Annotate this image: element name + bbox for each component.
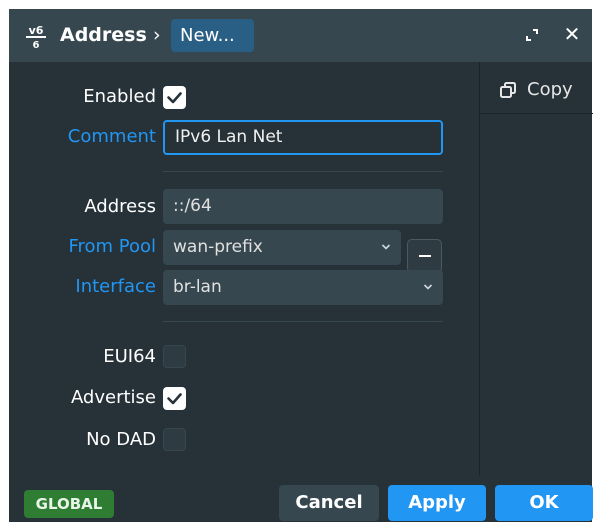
title-bar: v6 6 Address › New... ✕ (9, 9, 592, 62)
interface-value: br-lan (173, 277, 222, 297)
eui64-label: EUI64 (103, 346, 156, 367)
minus-icon (419, 255, 431, 257)
interface-label: Interface (75, 276, 156, 297)
copy-label: Copy (527, 79, 573, 100)
footer-bar: GLOBAL Cancel Apply OK (9, 476, 593, 522)
no-dad-label: No DAD (86, 429, 156, 450)
comment-label: Comment (67, 126, 156, 147)
ok-button[interactable]: OK (495, 485, 593, 521)
breadcrumb-separator: › (153, 24, 161, 46)
svg-text:6: 6 (33, 40, 40, 48)
chevron-down-icon (381, 244, 391, 250)
remove-pool-button[interactable] (407, 239, 442, 273)
side-panel: Copy (479, 62, 593, 476)
advertise-label: Advertise (70, 387, 156, 408)
address-label: Address (84, 196, 156, 217)
section-divider (163, 321, 443, 322)
from-pool-select[interactable]: wan-prefix (163, 230, 401, 265)
dialog-window: v6 6 Address › New... ✕ Copy Enabled Com… (9, 9, 593, 522)
side-panel-divider (480, 113, 593, 114)
address-input[interactable]: ::/64 (163, 189, 443, 224)
section-divider (163, 171, 443, 172)
no-dad-checkbox[interactable] (163, 428, 186, 451)
apply-button[interactable]: Apply (388, 485, 486, 521)
checkmark-icon (167, 92, 182, 104)
enabled-label: Enabled (83, 86, 156, 107)
expand-icon[interactable] (523, 26, 541, 44)
checkmark-icon (167, 393, 182, 405)
eui64-checkbox[interactable] (163, 345, 186, 368)
from-pool-value: wan-prefix (173, 237, 263, 257)
comment-input[interactable]: IPv6 Lan Net (163, 120, 443, 155)
copy-icon (500, 82, 516, 98)
ipv6-logo-icon: v6 6 (26, 24, 46, 48)
enabled-checkbox[interactable] (163, 86, 186, 109)
svg-text:v6: v6 (29, 24, 44, 37)
global-badge: GLOBAL (24, 490, 114, 518)
interface-select[interactable]: br-lan (163, 270, 443, 305)
advertise-checkbox[interactable] (163, 387, 186, 410)
breadcrumb-current[interactable]: New... (171, 19, 254, 52)
cancel-button[interactable]: Cancel (279, 485, 379, 521)
close-icon[interactable]: ✕ (562, 23, 582, 45)
from-pool-label: From Pool (68, 236, 156, 257)
chevron-down-icon (423, 284, 433, 290)
window-title: Address (60, 24, 147, 46)
